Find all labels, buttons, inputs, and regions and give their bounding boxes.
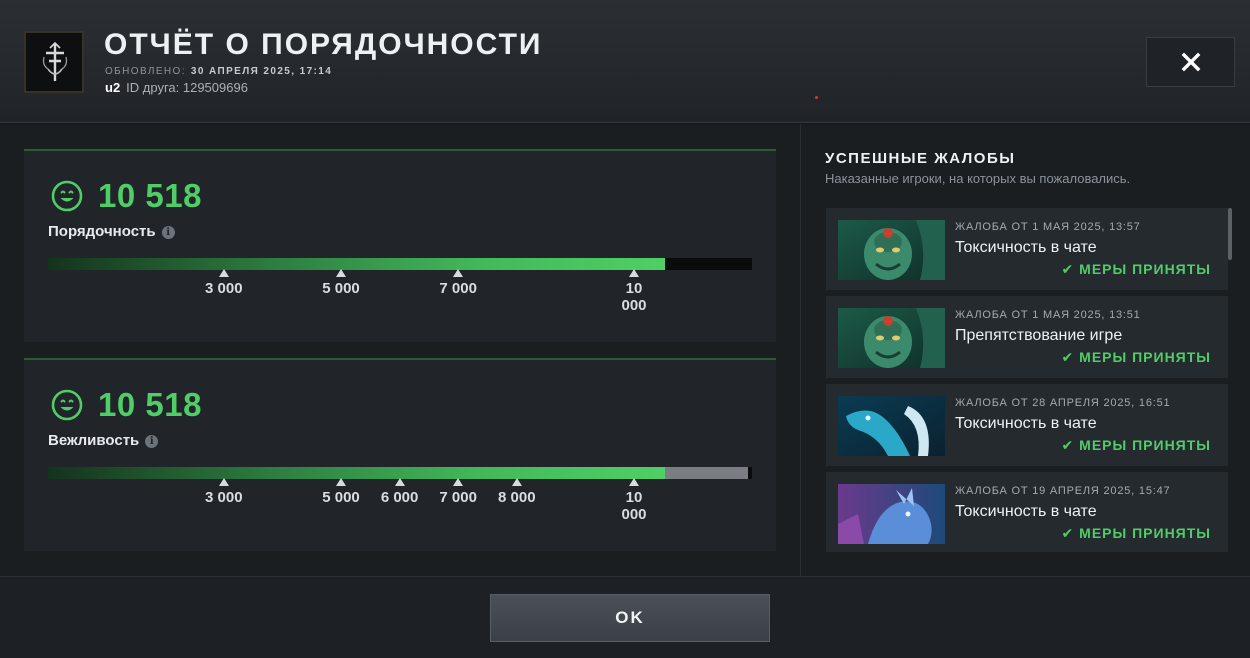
conduct-progress-rest: [665, 258, 752, 270]
reports-subtitle: Наказанные игроки, на которых вы пожалов…: [825, 171, 1131, 186]
tick-triangle-icon: [394, 478, 405, 486]
report-reason: Токсичность в чате: [955, 415, 1097, 432]
hero-portrait-purple: [838, 484, 945, 544]
checkmark-icon: ✔: [1061, 349, 1080, 365]
tick-triangle-icon: [629, 269, 639, 277]
tick-triangle-icon: [453, 478, 464, 486]
report-status: ✔ МЕРЫ ПРИНЯТЫ: [1062, 349, 1211, 366]
reports-panel: УСПЕШНЫЕ ЖАЛОБЫ Наказанные игроки, на ко…: [800, 124, 1250, 576]
tick-triangle-icon: [629, 478, 639, 486]
tick-label: 5 000: [322, 280, 360, 297]
hero-portrait-green: [838, 220, 945, 280]
tick-label: 7 000: [439, 280, 477, 297]
scores-panel: 10 518 Порядочность i 3 000 5 000 7 000 10 0…: [0, 124, 800, 576]
reports-scrollbar[interactable]: [1228, 208, 1232, 260]
updated-label: ОБНОВЛЕНО:: [105, 66, 186, 77]
friend-id: ID друга: 129509696: [126, 80, 248, 95]
tick-label: 10 000: [621, 280, 647, 314]
report-reason: Токсичность в чате: [955, 239, 1097, 256]
conduct-label: Порядочность i: [48, 223, 175, 240]
conduct-emblem-icon: [24, 31, 84, 93]
tick-triangle-icon: [336, 478, 346, 486]
smile-icon: [51, 180, 83, 212]
checkmark-icon: ✔: [1061, 525, 1080, 541]
updated-timestamp: ОБНОВЛЕНО: 30 АПРЕЛЯ 2025, 17:14: [105, 66, 332, 77]
report-item[interactable]: ЖАЛОБА ОТ 1 МАЯ 2025, 13:57 Токсичность …: [826, 208, 1228, 290]
close-button[interactable]: [1146, 37, 1235, 87]
smile-icon: [51, 389, 83, 421]
info-icon[interactable]: i: [161, 226, 175, 239]
report-date: ЖАЛОБА ОТ 1 МАЯ 2025, 13:51: [955, 309, 1141, 321]
report-item[interactable]: ЖАЛОБА ОТ 19 АПРЕЛЯ 2025, 15:47 Токсично…: [826, 472, 1228, 552]
dialog-header: ОТЧЁТ О ПОРЯДОЧНОСТИ ОБНОВЛЕНО: 30 АПРЕЛЯ…: [0, 0, 1250, 123]
conduct-label-text: Порядочность: [48, 223, 156, 240]
politeness-label-text: Вежливость: [48, 432, 140, 449]
hero-portrait-ice: [838, 396, 945, 456]
report-date: ЖАЛОБА ОТ 1 МАЯ 2025, 13:57: [955, 221, 1141, 233]
conduct-progress-bar: [48, 258, 752, 270]
ok-button[interactable]: OK: [490, 594, 770, 642]
politeness-progress-fill: [48, 467, 665, 479]
user-info: u2 ID друга: 129509696: [105, 80, 248, 95]
report-item[interactable]: ЖАЛОБА ОТ 1 МАЯ 2025, 13:51 Препятствова…: [826, 296, 1228, 378]
tick-label: 3 000: [205, 489, 243, 506]
close-icon: [1181, 52, 1200, 72]
tick-triangle-icon: [453, 269, 464, 277]
tick-triangle-icon: [511, 478, 522, 486]
report-status: ✔ МЕРЫ ПРИНЯТЫ: [1062, 437, 1211, 454]
tick-label: 8 000: [498, 489, 536, 506]
tick-triangle-icon: [336, 269, 346, 277]
report-status-text: МЕРЫ ПРИНЯТЫ: [1079, 437, 1211, 453]
report-date: ЖАЛОБА ОТ 19 АПРЕЛЯ 2025, 15:47: [955, 485, 1171, 497]
report-status-text: МЕРЫ ПРИНЯТЫ: [1079, 261, 1211, 277]
politeness-card: 10 518 Вежливость i 3 000 5 000 6 000 7 000 8…: [24, 358, 776, 551]
info-icon[interactable]: i: [145, 435, 159, 448]
report-status: ✔ МЕРЫ ПРИНЯТЫ: [1062, 261, 1211, 278]
report-status-text: МЕРЫ ПРИНЯТЫ: [1079, 349, 1211, 365]
report-reason: Препятствование игре: [955, 327, 1123, 344]
report-reason: Токсичность в чате: [955, 503, 1097, 520]
username: u2: [105, 80, 121, 95]
conduct-score: 10 518: [98, 177, 202, 214]
updated-date: 30 АПРЕЛЯ 2025, 17:14: [190, 66, 333, 77]
dialog-footer: OK: [0, 576, 1250, 658]
reports-title: УСПЕШНЫЕ ЖАЛОБЫ: [825, 150, 1016, 167]
report-date: ЖАЛОБА ОТ 28 АПРЕЛЯ 2025, 16:51: [955, 397, 1171, 409]
report-status-text: МЕРЫ ПРИНЯТЫ: [1079, 525, 1211, 541]
conduct-progress-fill: [48, 258, 665, 270]
tick-triangle-icon: [218, 269, 229, 277]
conduct-card: 10 518 Порядочность i 3 000 5 000 7 000 10 0…: [24, 149, 776, 342]
politeness-score: 10 518: [98, 386, 202, 423]
checkmark-icon: ✔: [1061, 261, 1080, 277]
report-item[interactable]: ЖАЛОБА ОТ 28 АПРЕЛЯ 2025, 16:51 Токсично…: [826, 384, 1228, 466]
page-title: ОТЧЁТ О ПОРЯДОЧНОСТИ: [104, 28, 543, 61]
hero-portrait-green: [838, 308, 945, 368]
red-dot: [815, 96, 818, 99]
tick-triangle-icon: [218, 478, 229, 486]
politeness-progress-rest: [665, 467, 748, 479]
report-status: ✔ МЕРЫ ПРИНЯТЫ: [1062, 525, 1211, 542]
tick-label: 10 000: [621, 489, 647, 523]
politeness-label: Вежливость i: [48, 432, 159, 449]
tick-label: 3 000: [205, 280, 243, 297]
checkmark-icon: ✔: [1061, 437, 1080, 453]
